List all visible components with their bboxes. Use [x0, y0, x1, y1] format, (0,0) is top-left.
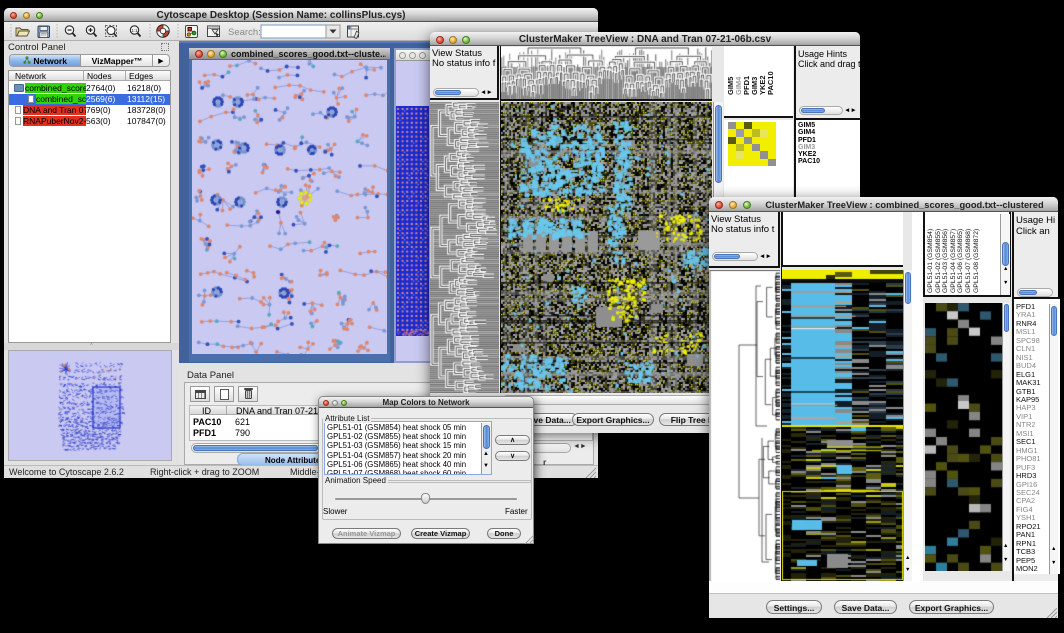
svg-text:Search:: Search:: [228, 27, 261, 38]
svg-text:1:1: 1:1: [131, 28, 138, 33]
